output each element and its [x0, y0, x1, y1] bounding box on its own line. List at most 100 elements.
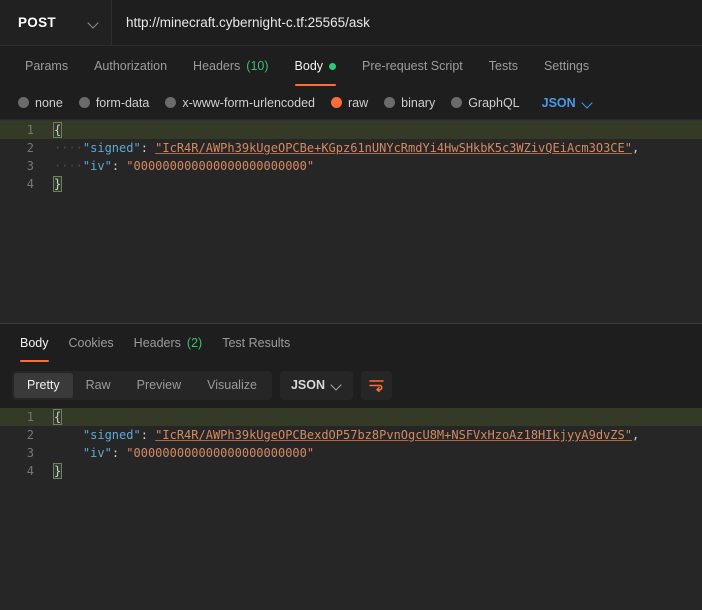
request-tabs: Params Authorization Headers (10) Body P…	[0, 46, 702, 86]
response-format-select[interactable]: JSON	[279, 370, 353, 400]
tab-settings[interactable]: Settings	[531, 46, 602, 86]
line-number: 2	[26, 428, 34, 442]
http-method-select[interactable]: POST	[0, 0, 112, 45]
response-tab-test-results[interactable]: Test Results	[212, 324, 300, 362]
tab-body[interactable]: Body	[282, 46, 350, 86]
line-number: 4	[26, 177, 34, 191]
json-comma: ,	[631, 428, 640, 442]
tab-headers-count: (10)	[246, 59, 269, 73]
view-mode-visualize[interactable]: Visualize	[194, 373, 270, 398]
json-comma: ,	[631, 141, 640, 155]
code-line: 2 ····"signed": "IcR4R/AWPh39kUgeOPCBe+K…	[0, 139, 702, 157]
tab-pre-request-script-label: Pre-request Script	[362, 59, 463, 73]
code-line: 4 }	[0, 175, 702, 193]
response-tab-body-label: Body	[20, 336, 49, 350]
view-mode-raw[interactable]: Raw	[73, 373, 124, 398]
code-content: "iv": "000000000000000000000000"	[46, 444, 702, 462]
code-content[interactable]: {	[46, 121, 702, 139]
body-type-form-data-label: form-data	[95, 95, 150, 110]
body-type-binary-label: binary	[401, 95, 436, 110]
tab-tests-label: Tests	[488, 59, 518, 73]
code-line: 3 "iv": "000000000000000000000000"	[0, 444, 702, 462]
code-content[interactable]: ····"signed": "IcR4R/AWPh39kUgeOPCBe+KGp…	[46, 139, 702, 157]
code-content[interactable]: }	[46, 175, 702, 193]
response-tab-headers[interactable]: Headers (2)	[124, 324, 213, 362]
indent-whitespace: ····	[54, 141, 83, 155]
tab-params-label: Params	[25, 59, 69, 73]
response-tab-headers-count: (2)	[186, 336, 203, 350]
view-mode-preview[interactable]: Preview	[124, 373, 194, 398]
body-type-graphql[interactable]: GraphQL	[449, 96, 527, 110]
body-type-graphql-label: GraphQL	[468, 95, 520, 110]
code-content: }	[46, 462, 702, 480]
response-tab-cookies[interactable]: Cookies	[59, 324, 124, 362]
code-content: "signed": "IcR4R/AWPh39kUgeOPCBexdOP57bz…	[46, 426, 702, 444]
response-toolbar: Pretty Raw Preview Visualize JSON	[0, 362, 702, 408]
response-view-mode-group: Pretty Raw Preview Visualize	[12, 370, 272, 400]
radio-selected-icon	[331, 97, 342, 108]
response-tab-test-results-label: Test Results	[222, 336, 291, 350]
body-type-x-www-form-urlencoded-label: x-www-form-urlencoded	[182, 95, 315, 110]
code-content[interactable]: ····"iv": "000000000000000000000000"	[46, 157, 702, 175]
json-colon: :	[111, 159, 127, 173]
chevron-down-icon	[583, 98, 593, 108]
json-colon: :	[140, 141, 156, 155]
json-key-signed: "signed"	[82, 141, 141, 155]
line-number: 1	[26, 410, 34, 424]
body-modified-dot-icon	[329, 62, 337, 70]
json-value-signed: "IcR4R/AWPh39kUgeOPCBexdOP57bz8PvnOgcU8M…	[155, 428, 632, 442]
url-bar: POST http://minecraft.cybernight-c.tf:25…	[0, 0, 702, 46]
view-mode-pretty[interactable]: Pretty	[14, 372, 73, 398]
body-type-binary[interactable]: binary	[382, 96, 443, 110]
tab-tests[interactable]: Tests	[476, 46, 531, 86]
tab-authorization[interactable]: Authorization	[81, 46, 180, 86]
json-value-signed: "IcR4R/AWPh39kUgeOPCBe+KGpz61nUNYcRmdYi4…	[155, 141, 632, 155]
radio-icon	[384, 97, 396, 108]
response-tab-body[interactable]: Body	[10, 324, 59, 362]
close-brace: }	[52, 176, 63, 192]
response-format-label: JSON	[290, 378, 325, 392]
json-value-iv: "000000000000000000000000"	[126, 446, 315, 460]
body-type-form-data[interactable]: form-data	[77, 96, 158, 110]
close-brace: }	[52, 463, 63, 479]
json-colon: :	[111, 446, 127, 460]
json-key-signed: "signed"	[82, 428, 141, 442]
tab-pre-request-script[interactable]: Pre-request Script	[349, 46, 476, 86]
postman-request-response-pane: POST http://minecraft.cybernight-c.tf:25…	[0, 0, 702, 610]
view-mode-pretty-label: Pretty	[27, 378, 60, 392]
request-body-format-select[interactable]: JSON	[542, 96, 593, 110]
chevron-down-icon	[332, 380, 342, 390]
view-mode-preview-label: Preview	[136, 378, 182, 392]
body-type-x-www-form-urlencoded[interactable]: x-www-form-urlencoded	[163, 96, 323, 110]
open-brace: {	[52, 122, 63, 138]
view-mode-raw-label: Raw	[85, 378, 111, 392]
request-body-format-label: JSON	[541, 95, 576, 110]
code-content: {	[46, 408, 702, 426]
line-number: 3	[26, 446, 34, 460]
http-method-label: POST	[18, 15, 56, 30]
response-tabs: Body Cookies Headers (2) Test Results	[0, 324, 702, 362]
tab-settings-label: Settings	[543, 59, 590, 73]
url-input[interactable]: http://minecraft.cybernight-c.tf:25565/a…	[126, 15, 370, 30]
line-number: 2	[26, 141, 34, 155]
body-type-raw-label: raw	[348, 95, 369, 110]
line-number: 3	[26, 159, 34, 173]
code-line: 3 ····"iv": "000000000000000000000000"	[0, 157, 702, 175]
body-type-none[interactable]: none	[16, 96, 71, 110]
response-body-editor[interactable]: 1 { 2 "signed": "IcR4R/AWPh39kUgeOPCBexd…	[0, 408, 702, 610]
body-type-raw[interactable]: raw	[329, 96, 376, 110]
json-key-iv: "iv"	[82, 446, 112, 460]
tab-headers[interactable]: Headers (10)	[180, 46, 281, 86]
radio-icon	[451, 97, 463, 108]
radio-icon	[78, 97, 90, 108]
indent-whitespace: ····	[54, 159, 83, 173]
code-line: 2 "signed": "IcR4R/AWPh39kUgeOPCBexdOP57…	[0, 426, 702, 444]
word-wrap-button[interactable]	[361, 370, 392, 400]
url-input-wrapper[interactable]: http://minecraft.cybernight-c.tf:25565/a…	[112, 0, 702, 45]
code-line: 4 }	[0, 462, 702, 480]
tab-params[interactable]: Params	[12, 46, 81, 86]
request-body-editor[interactable]: 1 { 2 ····"signed": "IcR4R/AWPh39kUgeOPC…	[0, 120, 702, 323]
code-line: 1 {	[0, 408, 702, 426]
